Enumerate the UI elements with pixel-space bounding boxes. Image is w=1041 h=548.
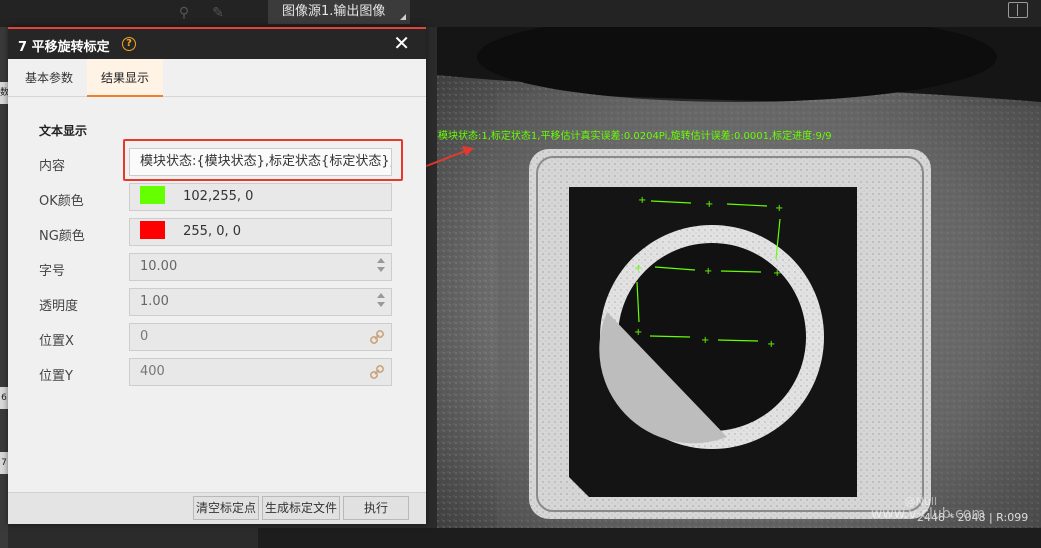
link-icon[interactable] [369, 364, 385, 380]
svg-text:+: + [705, 199, 713, 210]
font-size-label: 字号 [39, 264, 66, 279]
ok-color-field[interactable]: 102,255, 0 [129, 183, 392, 211]
link-icon[interactable] [369, 329, 385, 345]
tab-basic-params[interactable]: 基本参数 [11, 59, 87, 97]
left-strip-tab-2[interactable]: 6 [0, 387, 8, 409]
content-label: 内容 [39, 159, 66, 174]
close-icon[interactable]: ✕ [393, 33, 410, 53]
opacity-label: 透明度 [39, 299, 79, 314]
ok-color-value: 102,255, 0 [183, 189, 254, 204]
tab-result-display[interactable]: 结果显示 [87, 59, 164, 97]
svg-text:+: + [701, 335, 709, 346]
highlight-box [123, 139, 403, 181]
section-title-text-display: 文本显示 [39, 124, 88, 138]
opacity-stepper[interactable]: 1.00 [129, 288, 392, 316]
pos-x-input[interactable]: 0 [129, 323, 392, 351]
image-size-readout: 2448 * 2048 | R:099 [917, 511, 1029, 524]
toolbar-icons: ⚲ ✎ [175, 4, 243, 22]
edit-icon[interactable]: ✎ [209, 4, 227, 22]
spin-arrows-icon[interactable] [377, 258, 385, 276]
ok-color-swatch[interactable] [140, 186, 165, 204]
search-icon[interactable]: ⚲ [175, 4, 193, 22]
dialog-tabs: 基本参数 结果显示 [8, 59, 426, 97]
ng-color-swatch[interactable] [140, 221, 165, 239]
result-display-panel: 文本显示 内容 模块状态:{模块状态},标定状态{标定状态}, OK颜色 102… [8, 97, 426, 492]
dialog-header[interactable]: 7 平移旋转标定 ? ✕ [8, 29, 426, 59]
calibration-dialog: 7 平移旋转标定 ? ✕ 基本参数 结果显示 文本显示 内容 模块状态:{模块状… [8, 27, 426, 524]
clear-calibration-points-button[interactable]: 清空标定点 [193, 496, 259, 520]
generate-calibration-file-button[interactable]: 生成标定文件 [262, 496, 340, 520]
result-overlay-text: 模块状态:1,标定状态1,平移估计真实误差:0.0204Pi,旋转估计误差:0.… [438, 131, 832, 142]
camera-image: + + + + + + + + + [437, 27, 1041, 528]
view-tab-image-source[interactable]: 图像源1.输出图像 [268, 0, 410, 24]
dropdown-corner-icon[interactable] [400, 14, 406, 20]
pos-x-label: 位置X [39, 334, 74, 349]
pos-y-label: 位置Y [39, 369, 73, 384]
font-size-value: 10.00 [140, 259, 178, 274]
ng-color-value: 255, 0, 0 [183, 224, 242, 239]
svg-text:+: + [704, 266, 712, 277]
dialog-footer: 清空标定点 生成标定文件 执行 [8, 492, 426, 524]
image-viewer[interactable]: + + + + + + + + + 模块状态:1,标定状态1,平移估计真实误差:… [437, 27, 1041, 528]
question-icon[interactable]: ? [122, 37, 136, 51]
svg-text:+: + [634, 263, 642, 274]
left-strip-tab-3[interactable]: 7 [0, 452, 8, 474]
split-layout-icon[interactable] [1008, 2, 1028, 18]
ng-color-field[interactable]: 255, 0, 0 [129, 218, 392, 246]
pos-y-input[interactable]: 400 [129, 358, 392, 386]
ng-color-label: NG颜色 [39, 229, 85, 244]
execute-button[interactable]: 执行 [343, 496, 409, 520]
left-strip-tab-1[interactable]: 数 [0, 82, 8, 104]
ok-color-label: OK颜色 [39, 194, 84, 209]
opacity-value: 1.00 [140, 294, 169, 309]
bottom-status-bar [258, 528, 1041, 548]
pos-x-value: 0 [140, 329, 149, 344]
svg-text:+: + [767, 339, 775, 350]
svg-text:+: + [775, 203, 783, 214]
view-tab-label: 图像源1.输出图像 [282, 4, 386, 19]
svg-text:+: + [634, 327, 642, 338]
spin-arrows-icon[interactable] [377, 293, 385, 311]
font-size-stepper[interactable]: 10.00 [129, 253, 392, 281]
left-tool-strip: 数 6 7 [0, 27, 8, 548]
svg-text:+: + [638, 195, 646, 206]
svg-text:+: + [773, 268, 781, 279]
top-toolbar: ⚲ ✎ 图像源1.输出图像 [0, 0, 1041, 27]
pos-y-value: 400 [140, 364, 165, 379]
dialog-title: 7 平移旋转标定 [18, 40, 110, 55]
